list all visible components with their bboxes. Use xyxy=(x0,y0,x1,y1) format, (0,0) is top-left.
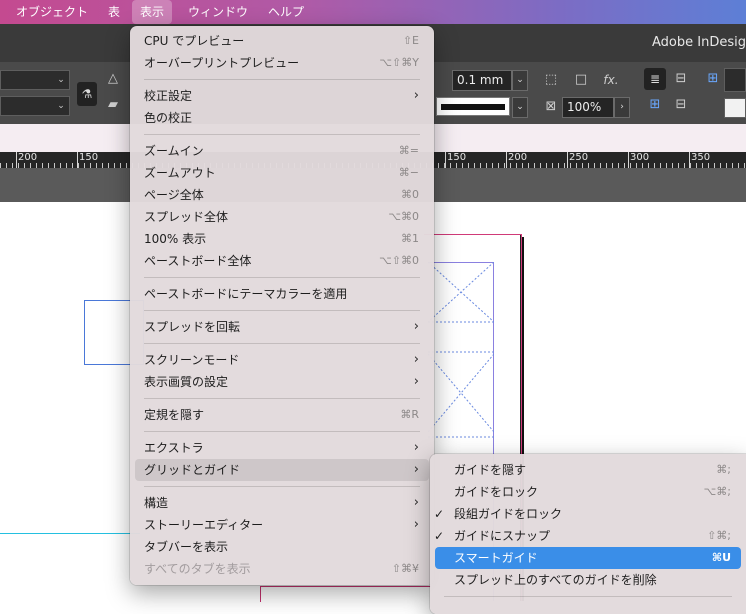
chevron-right-icon: › xyxy=(413,517,419,532)
menu-item-show-tab-bar[interactable]: タブバーを表示 xyxy=(135,536,429,558)
scale-field[interactable]: 100% xyxy=(562,97,614,118)
menu-bar: オブジェクト 表 表示 ウィンドウ ヘルプ xyxy=(0,0,746,24)
menu-item-zoom-in[interactable]: ズームイン ⌘= xyxy=(135,140,429,162)
menu-item-fit-page[interactable]: ページ全体 ⌘0 xyxy=(135,184,429,206)
menu-item-overprint-preview[interactable]: オーバープリントプレビュー ⌥⇧⌘Y xyxy=(135,52,429,74)
chevron-right-icon: › xyxy=(413,495,419,510)
menu-item-snap-to-guides[interactable]: ✓ ガイドにスナップ ⇧⌘; xyxy=(434,525,741,547)
shear-icon[interactable]: ▰ xyxy=(104,96,122,114)
menu-object[interactable]: オブジェクト xyxy=(8,0,96,24)
stroke-style-swatch[interactable] xyxy=(436,97,510,116)
checkmark-icon: ✓ xyxy=(434,529,445,543)
ruler-label: 150 xyxy=(79,152,99,163)
effects-fx-icon[interactable]: fx. xyxy=(602,71,620,89)
chevron-down-icon[interactable]: ⌄ xyxy=(52,71,70,89)
chevron-right-icon: › xyxy=(413,88,419,103)
swatch[interactable] xyxy=(724,98,746,118)
app-title: Adobe InDesig xyxy=(652,35,746,50)
menu-item-actual-size[interactable]: 100% 表示 ⌘1 xyxy=(135,228,429,250)
chevron-right-icon: › xyxy=(413,319,419,334)
opacity-icon: ⊠ xyxy=(545,99,557,114)
stepper[interactable] xyxy=(724,68,746,92)
grids-guides-submenu: ガイドを隠す ⌘; ガイドをロック ⌥⌘; ✓ 段組ガイドをロック ✓ ガイドにスナップ… xyxy=(430,454,746,614)
menu-item-zoom-out[interactable]: ズームアウト ⌘− xyxy=(135,162,429,184)
ruler-tick xyxy=(506,152,507,168)
ruler-tick xyxy=(689,152,690,168)
menu-item-show-all-tabs: すべてのタブを表示 ⇧⌘¥ xyxy=(144,562,419,576)
distribute-icon[interactable]: ⊟ xyxy=(672,96,690,114)
chevron-down-icon[interactable]: ⌄ xyxy=(512,70,528,91)
ruler-tick xyxy=(445,152,446,168)
grid-icon[interactable]: ⊞ xyxy=(704,70,722,88)
ruler-label: 200 xyxy=(18,152,38,163)
menu-item-grids-and-guides[interactable]: グリッドとガイド › xyxy=(135,459,429,481)
menu-item-display-performance[interactable]: 表示画質の設定 › xyxy=(135,371,429,393)
menu-item-structure[interactable]: 構造 › xyxy=(135,492,429,514)
menu-window[interactable]: ウィンドウ xyxy=(180,0,256,24)
chevron-right-icon: › xyxy=(413,440,419,455)
chevron-down-icon[interactable]: ⌄ xyxy=(512,97,528,118)
ruler-label: 350 xyxy=(691,152,711,163)
menu-item-lock-column-guides[interactable]: ✓ 段組ガイドをロック xyxy=(434,503,741,525)
align-text-icon[interactable]: ≣ xyxy=(644,68,666,90)
ruler-tick xyxy=(16,152,17,168)
chevron-right-icon: › xyxy=(413,352,419,367)
menu-item-hide-guides[interactable]: ガイドを隠す ⌘; xyxy=(435,459,741,481)
spread-guide xyxy=(260,586,431,602)
ruler-tick xyxy=(77,152,78,168)
menu-view[interactable]: 表示 xyxy=(132,0,173,24)
ruler-label: 300 xyxy=(630,152,650,163)
menu-item-lock-guides[interactable]: ガイドをロック ⌥⌘; xyxy=(435,481,741,503)
constrain-proportions-icon[interactable]: ⚗ xyxy=(77,82,97,106)
text-wrap-icon[interactable]: ⊟ xyxy=(672,70,690,88)
menu-help[interactable]: ヘルプ xyxy=(260,0,312,24)
menu-item-hide-rulers[interactable]: 定規を隠す ⌘R xyxy=(135,404,429,426)
frame-fitting-icon[interactable]: ⬚ xyxy=(542,71,560,89)
menu-item-proof-colors[interactable]: 色の校正 xyxy=(135,107,429,129)
menu-item-proof-setup[interactable]: 校正設定 › xyxy=(135,85,429,107)
menu-item-extras[interactable]: エクストラ › xyxy=(135,437,429,459)
guide-line[interactable] xyxy=(0,533,140,534)
menu-item-screen-mode[interactable]: スクリーンモード › xyxy=(135,349,429,371)
menu-item-delete-all-guides[interactable]: スプレッド上のすべてのガイドを削除 xyxy=(435,569,741,591)
ruler-tick xyxy=(628,152,629,168)
auto-fit-icon[interactable]: ⊞ xyxy=(646,96,664,114)
menu-item-fit-spread[interactable]: スプレッド全体 ⌥⌘0 xyxy=(135,206,429,228)
ruler-label: 250 xyxy=(569,152,589,163)
menu-item-pasteboard-theme-color[interactable]: ペーストボードにテーマカラーを適用 xyxy=(135,283,429,305)
view-menu: CPU でプレビュー ⇧E オーバープリントプレビュー ⌥⇧⌘Y 校正設定 › 色の校… xyxy=(130,26,434,585)
menu-item-smart-guides[interactable]: スマートガイド ⌘U xyxy=(435,547,741,569)
stroke-weight-field[interactable]: 0.1 mm xyxy=(452,70,512,91)
ruler-label: 200 xyxy=(508,152,528,163)
chevron-right-icon: › xyxy=(413,374,419,389)
menu-item-entire-pasteboard[interactable]: ペーストボード全体 ⌥⇧⌘0 xyxy=(135,250,429,272)
menu-item-rotate-spread[interactable]: スプレッドを回転 › xyxy=(135,316,429,338)
menu-table[interactable]: 表 xyxy=(100,0,128,24)
checkmark-icon: ✓ xyxy=(434,507,445,521)
rotate-icon[interactable]: △ xyxy=(104,70,122,88)
ruler-tick xyxy=(567,152,568,168)
rectangle-icon[interactable]: □ xyxy=(572,71,590,89)
chevron-right-icon: › xyxy=(413,462,419,477)
chevron-down-icon[interactable]: ⌄ xyxy=(52,97,70,115)
chevron-right-icon[interactable]: › xyxy=(614,97,630,118)
menu-item-cpu-preview[interactable]: CPU でプレビュー ⇧E xyxy=(135,30,429,52)
menu-item-story-editor[interactable]: ストーリーエディター › xyxy=(135,514,429,536)
ruler-label: 150 xyxy=(447,152,467,163)
